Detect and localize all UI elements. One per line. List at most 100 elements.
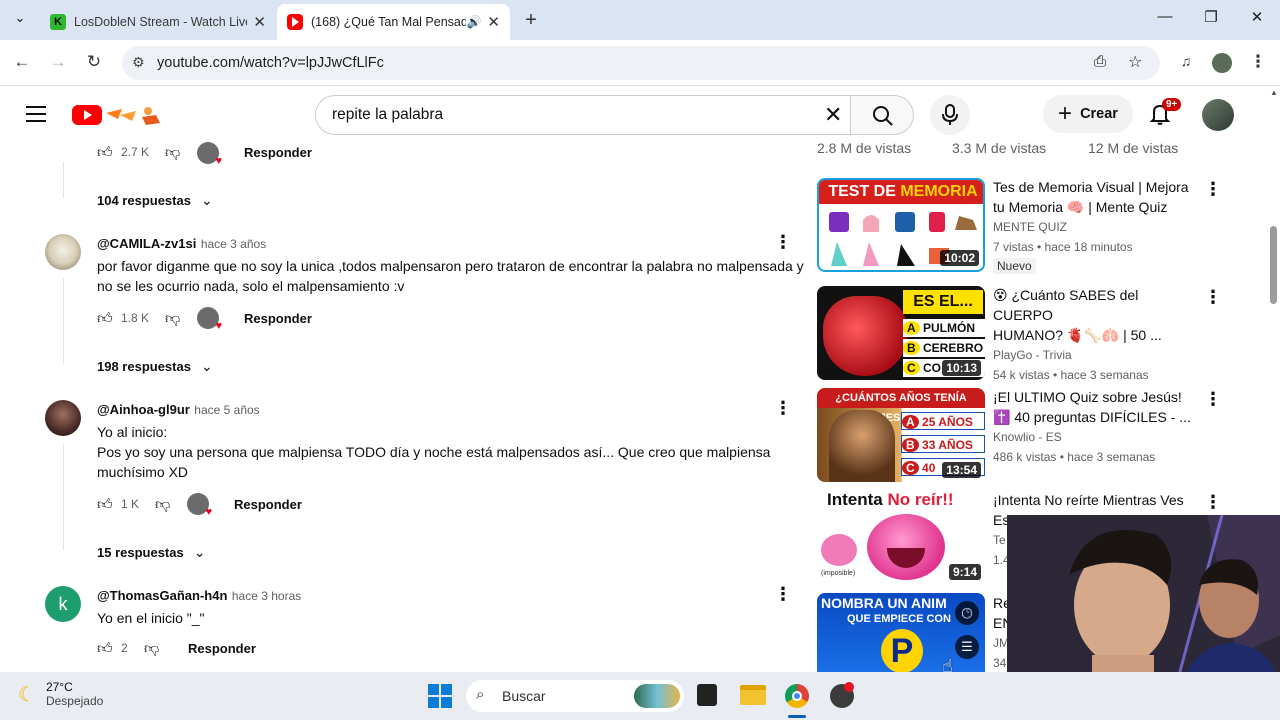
obs-app-icon[interactable] <box>830 682 854 708</box>
clear-search-icon[interactable]: ✕ <box>824 102 842 128</box>
audio-playing-icon[interactable]: 🔊 <box>466 15 481 29</box>
restore-icon[interactable]: ❐ <box>1196 8 1226 32</box>
like-count: 2 <box>121 641 128 655</box>
like-button[interactable]: 👍︎ <box>97 144 113 162</box>
like-button[interactable]: 👍︎ <box>97 310 113 328</box>
watch-later-icon[interactable]: 🕑︎ <box>955 601 979 625</box>
reply-button[interactable]: Responder <box>244 145 312 160</box>
close-tab-icon[interactable]: ✕ <box>487 13 500 31</box>
recommendation-info[interactable]: ¡El ULTIMO Quiz sobre Jesús! ✝️ 40 pregu… <box>993 387 1201 467</box>
comment-text: por favor diganme que no soy la unica ,t… <box>97 256 807 296</box>
close-tab-icon[interactable]: ✕ <box>253 13 266 31</box>
video-thumbnail[interactable]: NOMBRA UN ANIM QUE EMPIECE CON P 🕑︎ ☰ <box>817 593 985 673</box>
install-app-icon[interactable]: ⎙ <box>1094 53 1106 70</box>
view-replies-button[interactable]: 15 respuestas ⌄ <box>97 544 205 561</box>
video-menu-icon[interactable]: ⋮ <box>1204 179 1222 200</box>
channel-name[interactable]: Knowlio - ES <box>993 427 1201 447</box>
video-meta: 486 k vistas • hace 3 semanas <box>993 450 1156 464</box>
video-thumbnail[interactable]: Intenta No reír!! (imposible) 9:14 <box>817 490 985 584</box>
search-query-text[interactable]: repite la palabra <box>332 106 443 124</box>
dislike-button[interactable]: 👎︎ <box>155 496 170 514</box>
comment-menu-icon[interactable]: ⋮ <box>774 232 792 253</box>
comment-menu-icon[interactable]: ⋮ <box>774 398 792 419</box>
microphone-icon <box>942 104 958 125</box>
thumbnail-banner: ¿CUÁNTOS AÑOS TENÍA JESÚS? <box>817 388 985 424</box>
youtube-logo[interactable] <box>72 103 164 127</box>
like-button[interactable]: 👍︎ <box>97 640 113 658</box>
voice-search-button[interactable] <box>930 95 970 135</box>
site-info-icon[interactable]: ⚙ <box>132 54 145 71</box>
reply-button[interactable]: Responder <box>234 497 302 512</box>
taskbar-search[interactable]: ⌕ Buscar <box>466 680 684 712</box>
comment-header: @ThomasGañan-h4n hace 3 horas <box>97 587 301 605</box>
close-window-icon[interactable]: ✕ <box>1242 8 1272 32</box>
video-thumbnail[interactable]: ES EL... A PULMÓN B CEREBRO C CO 10:13 <box>817 286 985 380</box>
search-button[interactable] <box>851 95 914 135</box>
minimize-icon[interactable]: — <box>1150 8 1180 32</box>
weather-widget[interactable]: ☾ 27°C Despejado <box>18 680 103 708</box>
video-title[interactable]: 😵 ¿Cuánto SABES del CUERPO <box>993 285 1201 325</box>
channel-name[interactable]: MENTE QUIZ <box>993 217 1201 237</box>
comment-author[interactable]: @ThomasGañan-h4n <box>97 588 227 603</box>
tab-losdoblen[interactable]: K LosDobleN Stream - Watch Live ✕ <box>40 4 276 40</box>
video-menu-icon[interactable]: ⋮ <box>1204 492 1222 513</box>
commenter-avatar[interactable] <box>45 234 81 270</box>
hamburger-menu-icon[interactable] <box>26 106 46 122</box>
back-icon[interactable]: ← <box>11 52 33 74</box>
view-replies-button[interactable]: 104 respuestas ⌄ <box>97 192 213 209</box>
dislike-button[interactable]: 👎︎ <box>165 144 180 162</box>
dislike-button[interactable]: 👎︎ <box>144 640 159 658</box>
terminal-app-icon[interactable] <box>697 684 717 706</box>
video-thumbnail[interactable]: TEST DE MEMORIA 10:02 <box>817 178 985 272</box>
video-title[interactable]: tu Memoria 🧠 | Mente Quiz <box>993 197 1201 217</box>
comment-timestamp[interactable]: hace 5 años <box>194 403 259 417</box>
address-bar[interactable]: ⚙ youtube.com/watch?v=lpJJwCfLlFc ⎙ ☆ <box>122 46 1160 80</box>
forward-icon[interactable]: → <box>47 52 69 74</box>
video-thumbnail[interactable]: ¿CUÁNTOS AÑOS TENÍA JESÚS? A 25 AÑOS B 3… <box>817 388 985 482</box>
video-menu-icon[interactable]: ⋮ <box>1204 287 1222 308</box>
bookmark-star-icon[interactable]: ☆ <box>1128 52 1142 72</box>
video-title[interactable]: HUMANO? 🫀🦴🫁 | 50 ... <box>993 325 1201 345</box>
tab-list-dropdown[interactable]: ⌄ <box>10 10 30 30</box>
reload-icon[interactable]: ↻ <box>83 52 105 74</box>
view-replies-button[interactable]: 198 respuestas ⌄ <box>97 358 213 375</box>
video-title[interactable]: ✝️ 40 preguntas DIFÍCILES - ... <box>993 407 1201 427</box>
recommendation-info[interactable]: Tes de Memoria Visual | Mejora tu Memori… <box>993 177 1201 275</box>
video-meta: 54 k vistas • hace 3 semanas <box>993 368 1149 382</box>
chrome-app-icon[interactable] <box>785 684 809 708</box>
media-control-icon[interactable]: ♫ <box>1175 53 1197 75</box>
commenter-avatar[interactable] <box>45 400 81 436</box>
file-explorer-icon[interactable] <box>740 685 766 705</box>
create-button[interactable]: + Crear <box>1043 95 1133 133</box>
new-tab-button[interactable]: + <box>520 9 542 31</box>
comment-menu-icon[interactable]: ⋮ <box>774 584 792 605</box>
comment-author[interactable]: @Ainhoa-gl9ur <box>97 402 190 417</box>
comment-timestamp[interactable]: hace 3 años <box>201 237 266 251</box>
profile-avatar[interactable] <box>1212 53 1232 73</box>
add-to-queue-icon[interactable]: ☰ <box>955 635 979 659</box>
notifications-button[interactable]: 9+ <box>1148 98 1182 128</box>
video-title[interactable]: ¡Intenta No reírte Mientras Ves <box>993 490 1201 510</box>
windows-start-icon[interactable] <box>428 684 452 708</box>
reply-button[interactable]: Responder <box>244 311 312 326</box>
video-title[interactable]: ¡El ULTIMO Quiz sobre Jesús! <box>993 387 1201 407</box>
video-title[interactable]: Tes de Memoria Visual | Mejora <box>993 177 1201 197</box>
chrome-menu-icon[interactable]: ⋮ <box>1247 52 1269 74</box>
url-text[interactable]: youtube.com/watch?v=lpJJwCfLlFc <box>157 55 384 71</box>
dislike-button[interactable]: 👎︎ <box>165 310 180 328</box>
tab-youtube[interactable]: (168) ¿Qué Tan Mal Pensado 🔊 ✕ <box>277 4 510 40</box>
scrollbar-thumb[interactable] <box>1270 226 1277 304</box>
scroll-up-arrow-icon[interactable]: ▲ <box>1270 88 1278 97</box>
comment-timestamp[interactable]: hace 3 horas <box>232 589 301 603</box>
notification-badge: 9+ <box>1162 98 1182 111</box>
thumbnail-banner: ES EL... <box>903 290 983 314</box>
search-input[interactable]: repite la palabra ✕ <box>315 95 851 135</box>
channel-name[interactable]: PlayGo - Trivia <box>993 345 1201 365</box>
video-menu-icon[interactable]: ⋮ <box>1204 389 1222 410</box>
like-button[interactable]: 👍︎ <box>97 496 113 514</box>
recommendation-info[interactable]: 😵 ¿Cuánto SABES del CUERPO HUMANO? 🫀🦴🫁 |… <box>993 285 1201 385</box>
reply-button[interactable]: Responder <box>188 641 256 656</box>
account-avatar[interactable] <box>1202 99 1234 131</box>
comment-author[interactable]: @CAMILA-zv1si <box>97 236 196 251</box>
commenter-avatar[interactable]: k <box>45 586 81 622</box>
